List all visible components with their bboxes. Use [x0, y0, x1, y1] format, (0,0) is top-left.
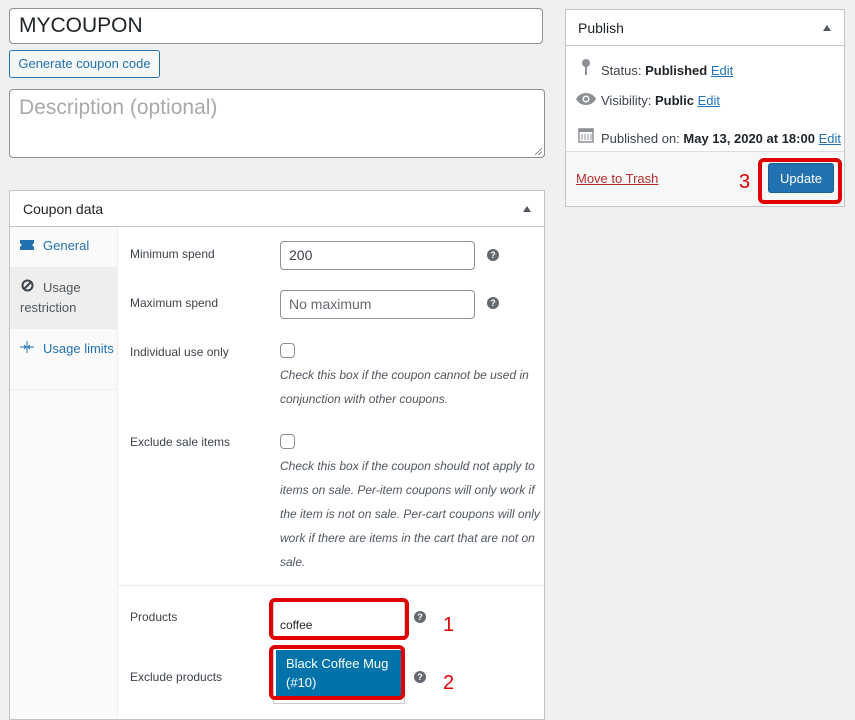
status-label: Status: [601, 63, 642, 78]
ticket-icon [20, 236, 34, 256]
exclude-sale-description: Check this box if the coupon should not … [280, 459, 540, 569]
visibility-label: Visibility: [601, 93, 652, 108]
published-date: May 13, 2020 at 18:00 [683, 131, 815, 146]
arrows-in-icon [20, 339, 34, 359]
edit-status-link[interactable]: Edit [711, 63, 733, 78]
section-divider [118, 585, 544, 586]
collapse-arrow-icon[interactable] [523, 206, 531, 212]
edit-visibility-link[interactable]: Edit [698, 93, 720, 108]
eye-icon [576, 93, 596, 108]
publish-header[interactable]: Publish [566, 10, 844, 46]
collapse-arrow-icon[interactable] [823, 25, 831, 31]
exclude-products-label: Exclude products [130, 670, 223, 684]
highlight-box-1 [269, 598, 409, 640]
annotation-number: 1 [443, 614, 455, 636]
highlight-box-2 [269, 645, 405, 700]
tab-usage-restriction[interactable]: Usage restriction [10, 268, 117, 329]
annotation-number: 2 [443, 672, 455, 694]
tab-general[interactable]: General [10, 227, 117, 268]
visibility-row: Visibility: Public Edit [576, 93, 720, 108]
calendar-icon [576, 127, 596, 146]
visibility-value: Public [654, 93, 694, 108]
minimum-spend-input[interactable]: 200 [280, 241, 475, 270]
coupon-data-panel: Coupon data General Usage restriction Us… [9, 190, 545, 720]
published-label: Published on: [601, 131, 680, 146]
status-value: Published [645, 63, 708, 78]
exclude-sale-label: Exclude sale items [130, 435, 231, 449]
prohibited-icon [20, 278, 34, 298]
resize-grip-icon[interactable] [535, 148, 542, 155]
maximum-spend-label: Maximum spend [130, 296, 219, 310]
move-to-trash-link[interactable]: Move to Trash [576, 171, 658, 186]
individual-use-label: Individual use only [130, 345, 229, 359]
generate-coupon-code-button[interactable]: Generate coupon code [9, 50, 160, 78]
coupon-code-input[interactable]: MYCOUPON [9, 8, 543, 44]
minimum-spend-label: Minimum spend [130, 247, 215, 261]
individual-use-checkbox[interactable] [280, 343, 295, 358]
exclude-sale-checkbox[interactable] [280, 434, 295, 449]
publish-title: Publish [578, 20, 624, 36]
help-icon[interactable]: ? [487, 249, 499, 261]
description-placeholder: Description (optional) [19, 96, 218, 119]
tab-label: General [43, 238, 90, 253]
help-icon[interactable]: ? [414, 611, 426, 623]
tab-label: Usage limits [43, 341, 114, 356]
highlight-box-3 [758, 158, 842, 204]
coupon-tabs: General Usage restriction Usage limits [10, 227, 118, 719]
individual-use-description: Check this box if the coupon cannot be u… [280, 368, 529, 406]
status-row: Status: Published Edit [576, 59, 733, 78]
tab-usage-limits[interactable]: Usage limits [10, 329, 117, 390]
annotation-number: 3 [739, 171, 751, 193]
products-label: Products [130, 610, 178, 624]
published-on-row: Published on: May 13, 2020 at 18:00 Edit [576, 127, 841, 146]
help-icon[interactable]: ? [414, 671, 426, 683]
pin-icon [576, 59, 596, 78]
help-icon[interactable]: ? [487, 297, 499, 309]
maximum-spend-input[interactable]: No maximum [280, 290, 475, 319]
coupon-data-title: Coupon data [23, 201, 104, 217]
edit-date-link[interactable]: Edit [819, 131, 841, 146]
description-textarea[interactable]: Description (optional) [9, 89, 545, 158]
coupon-data-header[interactable]: Coupon data [10, 191, 544, 227]
